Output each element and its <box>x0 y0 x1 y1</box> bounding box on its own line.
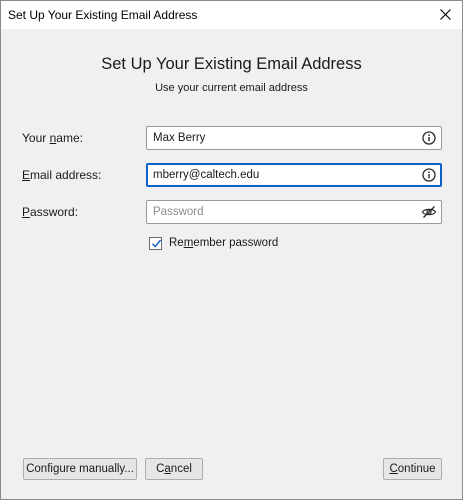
checkmark-icon <box>151 239 162 248</box>
remember-password-checkbox[interactable] <box>149 237 162 250</box>
password-field[interactable]: Password <box>146 200 442 224</box>
account-setup-dialog: Set Up Your Existing Email Address Set U… <box>0 0 463 500</box>
close-button[interactable] <box>428 1 462 29</box>
info-icon[interactable] <box>421 130 437 146</box>
configure-manually-button[interactable]: Configure manually... <box>23 458 137 480</box>
email-field[interactable]: mberry@caltech.edu <box>146 163 442 187</box>
name-label: Your name: <box>22 131 83 145</box>
page-title: Set Up Your Existing Email Address <box>101 55 362 73</box>
eye-slash-icon[interactable] <box>421 204 437 220</box>
title-bar: Set Up Your Existing Email Address <box>1 1 462 29</box>
name-field[interactable]: Max Berry <box>146 126 442 150</box>
remember-password-label[interactable]: Remember password <box>169 237 278 249</box>
continue-button[interactable]: Continue <box>383 458 442 480</box>
email-value: mberry@caltech.edu <box>153 169 260 181</box>
email-label: Email address: <box>22 168 102 182</box>
name-value: Max Berry <box>153 132 206 144</box>
password-placeholder: Password <box>153 206 204 218</box>
close-icon <box>440 9 451 20</box>
window-title: Set Up Your Existing Email Address <box>8 8 198 22</box>
page-subtitle: Use your current email address <box>155 82 308 94</box>
cancel-button[interactable]: Cancel <box>145 458 203 480</box>
password-label: Password: <box>22 205 79 219</box>
info-icon[interactable] <box>421 167 437 183</box>
